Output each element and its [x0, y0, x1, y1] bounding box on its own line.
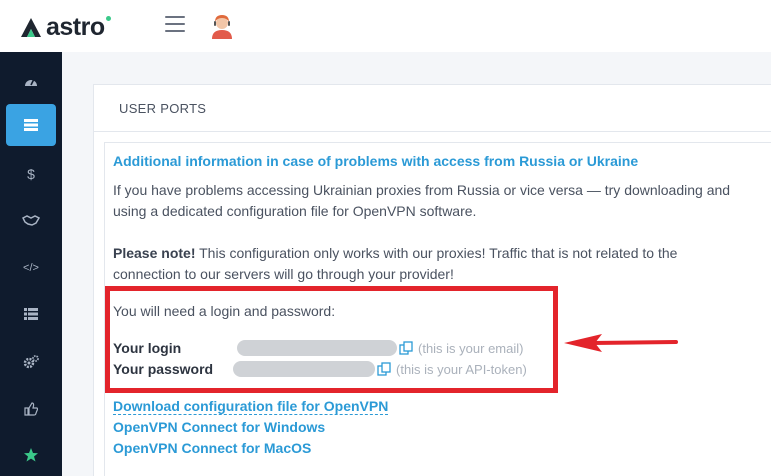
logo[interactable]: astro	[20, 13, 111, 42]
note-text: This configuration only works with our p…	[195, 245, 678, 261]
info-paragraph-line-2: using a dedicated configuration file for…	[113, 203, 477, 219]
openvpn-windows-link[interactable]: OpenVPN Connect for Windows	[113, 419, 325, 435]
code-icon: </>	[23, 262, 39, 274]
login-intro: You will need a login and password:	[113, 303, 336, 319]
logo-dot	[105, 16, 111, 21]
sidebar-item-api[interactable]: </>	[6, 247, 56, 289]
sidebar-item-feedback[interactable]	[6, 388, 56, 430]
note-line-1: Please note! This configuration only wor…	[113, 243, 763, 264]
logo-text: astro	[46, 13, 105, 41]
support-agent-icon[interactable]	[208, 12, 236, 40]
red-arrow-icon	[564, 334, 678, 352]
login-hint: (this is your email)	[418, 341, 524, 356]
note-line-2: connection to our servers will go throug…	[113, 266, 454, 282]
download-config-link[interactable]: Download configuration file for OpenVPN	[113, 398, 389, 415]
sidebar-item-settings[interactable]	[6, 341, 56, 383]
card-title: USER PORTS	[94, 85, 771, 132]
gears-icon	[23, 355, 39, 369]
note-bold: Please note!	[113, 245, 196, 261]
sidebar-item-favorites[interactable]	[6, 434, 56, 476]
login-value-redacted	[237, 340, 397, 356]
dashboard-icon	[25, 78, 37, 86]
sidebar-item-billing[interactable]: $	[6, 153, 56, 195]
dollar-icon: $	[27, 166, 35, 182]
info-title: Additional information in case of proble…	[113, 153, 639, 169]
password-label: Your password	[113, 361, 214, 377]
top-bar: astro	[0, 0, 771, 52]
astro-logo-icon	[21, 17, 41, 37]
openvpn-macos-link[interactable]: OpenVPN Connect for MacOS	[113, 440, 311, 456]
password-hint: (this is your API-token)	[396, 362, 527, 377]
login-label: Your login	[113, 340, 182, 356]
copy-login-icon[interactable]	[399, 341, 413, 355]
sidebar-item-servers[interactable]	[6, 104, 56, 146]
server-icon	[24, 119, 38, 131]
list-icon	[24, 308, 38, 320]
info-paragraph-line-1: If you have problems accessing Ukrainian…	[113, 182, 731, 198]
sidebar-item-orders[interactable]	[6, 293, 56, 335]
handshake-icon	[22, 215, 40, 226]
star-icon	[24, 448, 38, 462]
sidebar-item-partners[interactable]	[6, 199, 56, 241]
password-value-redacted	[233, 361, 375, 377]
thumbs-up-icon	[24, 402, 38, 416]
sidebar: $ </>	[0, 52, 62, 476]
hamburger-icon[interactable]	[165, 16, 185, 32]
copy-password-icon[interactable]	[377, 362, 391, 376]
sidebar-item-dashboard[interactable]	[6, 60, 56, 102]
